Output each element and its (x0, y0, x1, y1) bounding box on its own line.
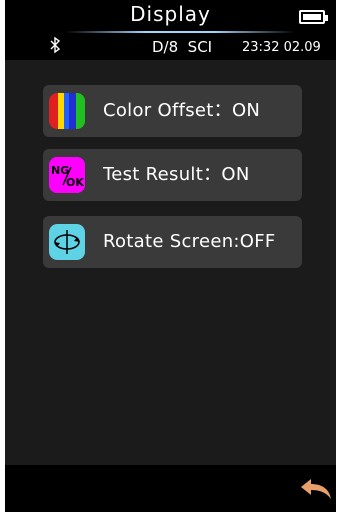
back-arrow-icon[interactable] (299, 477, 333, 501)
device-screen: Display D/8 SCI 23:32 02.09 Color Offset… (5, 0, 336, 512)
battery-icon (299, 10, 328, 24)
datetime: 23:32 02.09 (242, 40, 321, 55)
bluetooth-icon (50, 36, 61, 54)
header-bar: Display D/8 SCI 23:32 02.09 (5, 0, 336, 60)
color-bars-icon (49, 93, 85, 129)
svg-text:OK: OK (66, 176, 84, 189)
rotate-icon (49, 224, 85, 260)
menu-item-label: Rotate Screen:OFF (103, 231, 276, 252)
ng-ok-icon: NG OK (49, 157, 85, 193)
page-title: Display (130, 2, 211, 26)
menu-area: Color Offset：ON NG OK Test Result：ON Rot… (5, 60, 336, 465)
menu-item-rotate-screen[interactable]: Rotate Screen:OFF (43, 216, 302, 268)
menu-item-label: Color Offset：ON (103, 100, 261, 121)
footer-bar (5, 465, 336, 512)
menu-item-label: Test Result：ON (103, 164, 250, 185)
measure-mode: D/8 SCI (152, 38, 213, 56)
menu-item-color-offset[interactable]: Color Offset：ON (43, 85, 302, 137)
title-underline (65, 31, 295, 33)
menu-item-test-result[interactable]: NG OK Test Result：ON (43, 149, 302, 201)
